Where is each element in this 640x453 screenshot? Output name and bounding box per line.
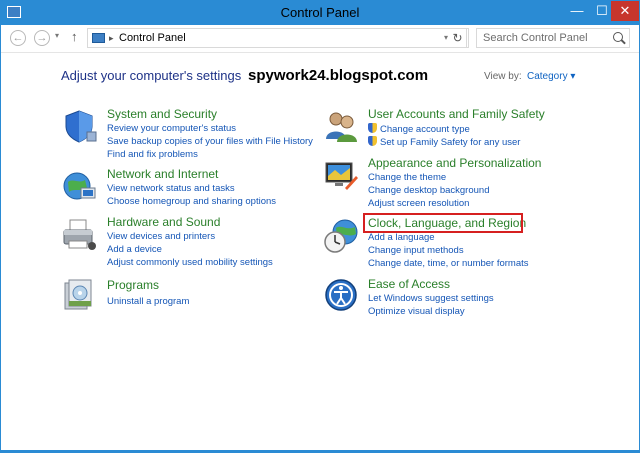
control-panel-window: Control Panel — ☐ ✕ ← → ▾ ↑ ▸ Control Pa… <box>0 0 640 453</box>
link-change-desktop-background[interactable]: Change desktop background <box>368 185 489 196</box>
users-icon[interactable] <box>323 108 359 144</box>
link-homegroup-sharing[interactable]: Choose homegroup and sharing options <box>107 196 276 207</box>
uac-shield-icon <box>368 136 377 146</box>
link-mobility-settings[interactable]: Adjust commonly used mobility settings <box>107 257 273 268</box>
category-system-and-security[interactable]: System and Security <box>107 107 217 121</box>
view-by-dropdown[interactable]: Category ▾ <box>527 71 575 82</box>
back-button[interactable]: ← <box>10 30 26 46</box>
title-bar[interactable]: Control Panel — ☐ ✕ <box>1 1 639 25</box>
link-view-devices-printers[interactable]: View devices and printers <box>107 231 215 242</box>
ease-of-access-icon[interactable] <box>323 277 359 313</box>
link-add-language[interactable]: Add a language <box>368 232 435 243</box>
network-globe-icon[interactable] <box>61 168 97 204</box>
address-bar[interactable]: ▸ Control Panel ▾ <box>87 28 467 48</box>
link-change-account-type-label: Change account type <box>380 124 470 135</box>
clock-globe-icon[interactable] <box>323 218 359 254</box>
link-change-theme[interactable]: Change the theme <box>368 172 446 183</box>
programs-icon[interactable] <box>61 277 97 313</box>
breadcrumb-separator[interactable]: ▸ <box>109 30 114 46</box>
link-change-input-methods[interactable]: Change input methods <box>368 245 464 256</box>
link-save-backup-copies[interactable]: Save backup copies of your files with Fi… <box>107 136 313 147</box>
watermark-text: spywork24.blogspot.com <box>248 67 429 84</box>
link-uninstall-program[interactable]: Uninstall a program <box>107 296 189 307</box>
category-user-accounts-family-safety[interactable]: User Accounts and Family Safety <box>368 107 545 121</box>
link-set-up-family-safety-label: Set up Family Safety for any user <box>380 137 521 148</box>
page-heading: Adjust your computer's settings <box>61 68 242 83</box>
link-change-account-type[interactable]: Change account type <box>368 123 470 135</box>
search-input[interactable]: Search Control Panel <box>476 28 630 48</box>
link-add-device[interactable]: Add a device <box>107 244 162 255</box>
category-ease-of-access[interactable]: Ease of Access <box>368 277 450 291</box>
link-adjust-screen-resolution[interactable]: Adjust screen resolution <box>368 198 469 209</box>
minimize-button[interactable]: — <box>564 1 590 21</box>
search-icon[interactable] <box>613 32 623 42</box>
refresh-button[interactable]: ↻ <box>447 28 469 48</box>
close-button[interactable]: ✕ <box>611 1 639 21</box>
breadcrumb-control-panel[interactable]: Control Panel <box>119 31 186 45</box>
up-button[interactable]: ↑ <box>71 29 78 44</box>
uac-shield-icon <box>368 123 377 133</box>
navigation-bar: ← → ▾ ↑ ▸ Control Panel ▾ ↻ Search Contr… <box>1 25 639 53</box>
category-hardware-and-sound[interactable]: Hardware and Sound <box>107 215 220 229</box>
link-optimize-visual-display[interactable]: Optimize visual display <box>368 306 465 317</box>
category-appearance-personalization[interactable]: Appearance and Personalization <box>368 156 541 170</box>
category-programs[interactable]: Programs <box>107 278 159 292</box>
link-set-up-family-safety[interactable]: Set up Family Safety for any user <box>368 136 520 148</box>
view-by-label: View by: <box>484 71 522 82</box>
recent-locations-dropdown[interactable]: ▾ <box>55 31 59 40</box>
link-find-fix-problems[interactable]: Find and fix problems <box>107 149 198 160</box>
shield-icon[interactable] <box>61 108 97 144</box>
link-change-date-time-formats[interactable]: Change date, time, or number formats <box>368 258 529 269</box>
window-title: Control Panel <box>280 5 360 20</box>
monitor-paint-icon[interactable] <box>323 158 359 194</box>
link-windows-suggest-settings[interactable]: Let Windows suggest settings <box>368 293 494 304</box>
printer-icon[interactable] <box>61 216 97 252</box>
link-view-network-status[interactable]: View network status and tasks <box>107 183 235 194</box>
control-panel-icon <box>92 33 105 43</box>
search-placeholder: Search Control Panel <box>483 32 588 44</box>
highlight-annotation <box>363 213 523 233</box>
forward-button[interactable]: → <box>34 30 50 46</box>
category-network-and-internet[interactable]: Network and Internet <box>107 167 218 181</box>
link-review-computer-status[interactable]: Review your computer's status <box>107 123 236 134</box>
